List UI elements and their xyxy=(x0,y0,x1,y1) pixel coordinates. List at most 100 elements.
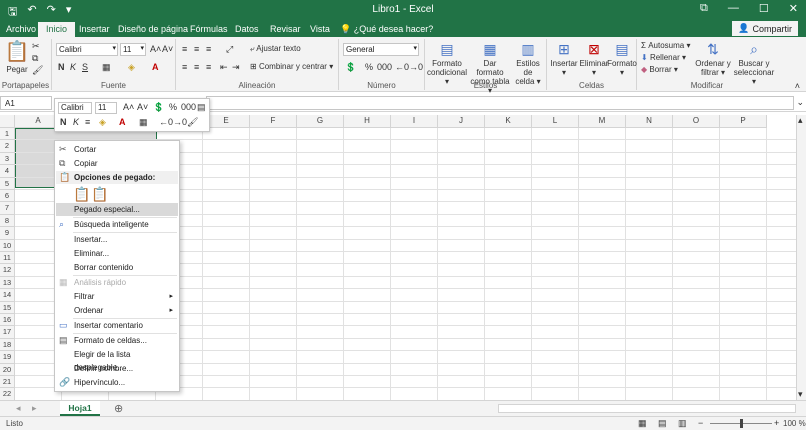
italic-icon[interactable]: K xyxy=(70,62,76,72)
row-header[interactable]: 22 xyxy=(0,388,15,400)
increase-decimal-icon[interactable]: ←0 xyxy=(395,62,409,72)
column-header[interactable]: E xyxy=(203,115,250,128)
menu-define-name[interactable]: Definir nombre... xyxy=(56,362,178,375)
thousands-icon[interactable]: 000 xyxy=(181,102,196,112)
column-header[interactable]: K xyxy=(485,115,532,128)
currency-icon[interactable]: 💲 xyxy=(153,102,164,113)
tab-revisar[interactable]: Revisar xyxy=(270,22,301,37)
row-header[interactable]: 3 xyxy=(0,152,15,166)
fill-button[interactable]: ⬇ Rellenar ▾ xyxy=(641,53,686,62)
row-header[interactable]: 12 xyxy=(0,264,15,277)
add-sheet-icon[interactable]: ⊕ xyxy=(114,402,123,415)
select-all-corner[interactable] xyxy=(0,115,15,128)
row-header[interactable]: 14 xyxy=(0,289,15,302)
tab-vista[interactable]: Vista xyxy=(310,22,330,37)
row-header[interactable]: 4 xyxy=(0,165,15,178)
page-layout-icon[interactable]: ▤ xyxy=(658,418,667,429)
italic-icon[interactable]: K xyxy=(73,117,79,127)
row-header[interactable]: 5 xyxy=(0,177,15,190)
fill-color-icon[interactable]: ◈ xyxy=(128,62,135,73)
align-center-icon[interactable]: ≡ xyxy=(194,62,199,72)
row-header[interactable]: 10 xyxy=(0,239,15,252)
align-top-icon[interactable]: ≡ xyxy=(182,44,187,54)
percent-icon[interactable]: % xyxy=(365,62,373,72)
cut-icon[interactable]: ✂ xyxy=(32,41,40,52)
sheet-tab-hoja1[interactable]: Hoja1 xyxy=(60,401,100,416)
insert-cells-button[interactable]: ⊞ Insertar ▾ xyxy=(549,41,579,77)
borders-icon[interactable]: ▦ xyxy=(102,62,111,73)
column-header[interactable]: N xyxy=(626,115,673,128)
align-center-icon[interactable]: ≡ xyxy=(85,117,90,127)
menu-sort[interactable]: Ordenar ▸ xyxy=(56,304,178,317)
row-header[interactable]: 8 xyxy=(0,214,15,228)
currency-icon[interactable]: 💲 xyxy=(345,62,356,73)
find-select-button[interactable]: ⌕ Buscar y seleccionar ▾ xyxy=(733,41,775,86)
column-header[interactable]: J xyxy=(438,115,485,128)
increase-indent-icon[interactable]: ⇥ xyxy=(232,62,240,73)
sort-filter-button[interactable]: ⇅ Ordenar y filtrar ▾ xyxy=(693,41,733,77)
format-painter-icon[interactable]: 🖌 xyxy=(187,117,198,128)
increase-decimal-icon[interactable]: ←0 xyxy=(159,117,173,127)
row-header[interactable]: 16 xyxy=(0,314,15,327)
menu-hyperlink[interactable]: 🔗 Hipervínculo... xyxy=(56,376,178,389)
autosum-button[interactable]: Σ Autosuma ▾ xyxy=(641,41,690,50)
menu-clear-contents[interactable]: Borrar contenido xyxy=(56,261,178,274)
menu-format-cells[interactable]: ▤ Formato de celdas... xyxy=(56,334,178,347)
tab-archivo[interactable]: Archivo xyxy=(6,22,36,37)
scroll-down-icon[interactable]: ▾ xyxy=(798,389,803,400)
decrease-decimal-icon[interactable]: →0 xyxy=(409,62,423,72)
format-painter-icon[interactable]: 🖌 xyxy=(32,65,43,76)
borders-icon[interactable]: ▦ xyxy=(139,117,148,128)
zoom-out-icon[interactable]: − xyxy=(698,418,703,428)
row-header[interactable]: 20 xyxy=(0,363,15,376)
tab-diseno[interactable]: Diseño de página xyxy=(118,22,188,37)
wrap-text-button[interactable]: ⤶ Ajustar texto xyxy=(250,44,301,53)
menu-delete[interactable]: Eliminar... xyxy=(56,247,178,260)
minimize-button[interactable]: — xyxy=(728,2,739,15)
tab-datos[interactable]: Datos xyxy=(235,22,259,37)
row-header[interactable]: 2 xyxy=(0,140,15,153)
decrease-decimal-icon[interactable]: →0 xyxy=(173,117,187,127)
scroll-up-icon[interactable]: ▴ xyxy=(798,115,803,126)
clear-button[interactable]: ◆ Borrar ▾ xyxy=(641,65,678,74)
tab-insertar[interactable]: Insertar xyxy=(79,22,110,37)
formula-input[interactable] xyxy=(206,96,794,110)
font-size-combo[interactable]: 11 ▾ xyxy=(120,43,146,56)
menu-pick-list[interactable]: Elegir de la lista desplegable... xyxy=(56,348,178,372)
grow-font-icon[interactable]: A˄ xyxy=(150,44,161,54)
vertical-scrollbar[interactable]: ▴ ▾ xyxy=(796,115,806,400)
underline-icon[interactable]: S xyxy=(82,62,88,72)
column-header[interactable]: I xyxy=(391,115,438,128)
mini-size-combo[interactable]: 11 xyxy=(95,102,117,114)
row-header[interactable]: 21 xyxy=(0,376,15,389)
column-header[interactable]: H xyxy=(344,115,391,128)
zoom-thumb[interactable] xyxy=(740,419,743,428)
row-header[interactable]: 19 xyxy=(0,351,15,364)
align-right-icon[interactable]: ≡ xyxy=(206,62,211,72)
thousands-icon[interactable]: 000 xyxy=(377,62,392,72)
conditional-format-button[interactable]: ▤ Formato condicional ▾ xyxy=(427,41,467,86)
next-sheet-icon[interactable]: ▸ xyxy=(32,403,37,414)
row-header[interactable]: 17 xyxy=(0,326,15,339)
normal-view-icon[interactable]: ▦ xyxy=(638,418,647,429)
menu-paste-special[interactable]: Pegado especial... xyxy=(56,203,178,216)
menu-smart-lookup[interactable]: ⌕ Búsqueda inteligente xyxy=(56,218,178,231)
font-color-icon[interactable]: A xyxy=(152,62,159,72)
close-button[interactable]: ✕ xyxy=(789,2,798,15)
paste-button[interactable]: 📋 Pegar xyxy=(4,41,30,74)
tab-inicio[interactable]: Inicio xyxy=(38,22,76,37)
shrink-font-icon[interactable]: A˅ xyxy=(137,102,148,112)
tab-formulas[interactable]: Fórmulas xyxy=(190,22,228,37)
font-color-icon[interactable]: A xyxy=(119,117,126,127)
zoom-level[interactable]: 100 % xyxy=(783,419,806,428)
align-left-icon[interactable]: ≡ xyxy=(182,62,187,72)
menu-insert[interactable]: Insertar... xyxy=(56,233,178,246)
zoom-in-icon[interactable]: + xyxy=(774,418,779,428)
row-header[interactable]: 6 xyxy=(0,190,15,203)
mini-font-combo[interactable]: Calibri xyxy=(58,102,92,114)
menu-cut[interactable]: ✂ Cortar xyxy=(56,143,178,156)
grow-font-icon[interactable]: A˄ xyxy=(123,102,134,112)
ribbon-display-icon[interactable]: ⧉ xyxy=(700,2,708,15)
fill-color-icon[interactable]: ◈ xyxy=(99,117,106,128)
maximize-button[interactable]: ☐ xyxy=(759,2,769,15)
